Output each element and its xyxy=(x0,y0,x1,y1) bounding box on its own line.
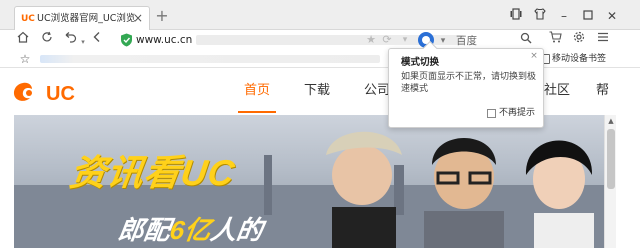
bookmark-manager-star-icon[interactable]: ☆ xyxy=(18,52,32,66)
nav-community[interactable]: 社区 xyxy=(544,83,570,99)
maximize-button[interactable] xyxy=(578,7,598,25)
blurred-bookmarks xyxy=(40,55,380,63)
dont-remind-checkbox[interactable] xyxy=(487,109,496,118)
vertical-tabs-icon[interactable] xyxy=(506,7,526,25)
scroll-up-arrow-icon[interactable]: ▲ xyxy=(607,117,615,125)
popup-title: 模式切换 xyxy=(401,57,440,68)
tab-uc[interactable]: UC UC浏览器官网_UC浏览器电脑 × xyxy=(14,6,150,30)
hero-subtitle: 郎配6亿人的 xyxy=(116,215,265,245)
mode-switch-popup: × 模式切换 如果页面显示不正常，请切换到极速模式 不再提示 xyxy=(388,40,544,128)
popup-message: 如果页面显示不正常，请切换到极速模式 xyxy=(401,72,537,94)
home-icon[interactable] xyxy=(14,31,32,49)
web-page: UC 首页 下载 公司 社区 帮 资讯看UC 郎配6亿人的 ▲ xyxy=(0,69,640,248)
url-text: www.uc.cn xyxy=(136,34,193,46)
hero-subtitle-post: 人的 xyxy=(208,215,265,245)
tab-close-icon[interactable]: × xyxy=(131,11,145,25)
menu-icon[interactable] xyxy=(594,31,612,49)
popup-close-icon[interactable]: × xyxy=(529,51,539,61)
sync-icon[interactable]: ⟳ xyxy=(378,31,396,49)
bookmark-bar: ☆ 移动设备书签 xyxy=(0,50,640,68)
mobile-bookmarks-link[interactable]: 移动设备书签 xyxy=(552,53,606,65)
cart-icon[interactable] xyxy=(546,31,564,49)
uc-squirrel-icon xyxy=(13,82,32,101)
minimize-button[interactable]: – xyxy=(554,7,574,25)
hero-banner[interactable]: 资讯看UC 郎配6亿人的 xyxy=(14,115,606,248)
browser-window: UC UC浏览器官网_UC浏览器电脑 × + – ✕ ▾ xyxy=(0,0,640,248)
search-placeholder: 百度 xyxy=(456,35,477,47)
uc-favicon-icon: UC xyxy=(21,14,35,24)
settings-gear-icon[interactable] xyxy=(570,31,588,49)
address-toolbar: ▾ www.uc.cn ★ ⟳ ▾ ▾ 百度 xyxy=(0,30,640,50)
tab-title: UC浏览器官网_UC浏览器电脑 xyxy=(37,13,135,24)
close-window-button[interactable]: ✕ xyxy=(602,7,622,25)
refresh-icon[interactable] xyxy=(38,31,56,49)
nav-active-indicator xyxy=(238,111,276,113)
address-dropdown-icon[interactable]: ▾ xyxy=(396,31,414,49)
new-tab-button[interactable]: + xyxy=(154,8,170,24)
tab-strip: UC UC浏览器官网_UC浏览器电脑 × + – ✕ xyxy=(0,0,640,30)
hero-subtitle-highlight: 6亿 xyxy=(167,215,213,245)
nav-home[interactable]: 首页 xyxy=(244,83,270,99)
scrollbar-thumb[interactable] xyxy=(607,129,615,189)
search-icon[interactable] xyxy=(518,32,534,48)
uc-logo[interactable]: UC xyxy=(12,79,76,107)
shirt-skin-icon[interactable] xyxy=(530,7,550,25)
uc-logo-text: UC xyxy=(46,83,75,105)
nav-help[interactable]: 帮 xyxy=(596,83,609,99)
back-icon[interactable] xyxy=(88,31,106,49)
nav-download[interactable]: 下载 xyxy=(304,83,330,99)
dont-remind-label[interactable]: 不再提示 xyxy=(499,107,535,119)
hero-subtitle-pre: 郎配 xyxy=(115,215,173,245)
nav-company[interactable]: 公司 xyxy=(364,83,390,99)
secure-shield-icon xyxy=(121,33,132,47)
vertical-scrollbar[interactable]: ▲ xyxy=(604,115,616,248)
hero-title: 资讯看UC xyxy=(67,152,238,193)
